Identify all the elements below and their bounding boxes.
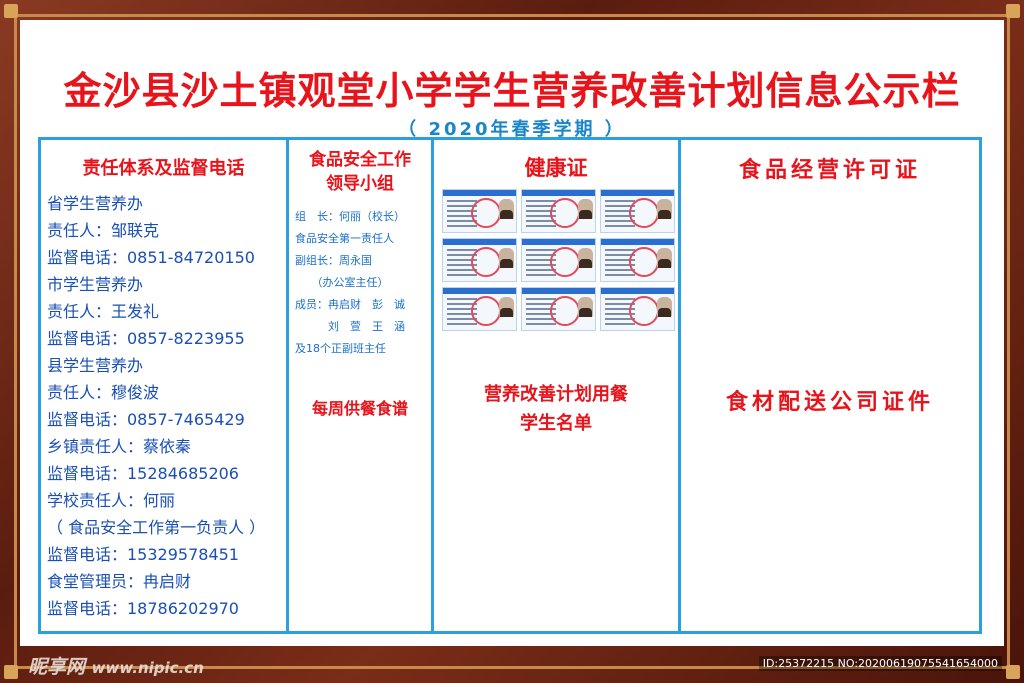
red-seal-icon: [471, 247, 501, 277]
member-line: 成员：冉启财 彭 诚: [295, 298, 405, 311]
watermark-logo: 昵享网: [28, 656, 86, 678]
student-roster-heading: 营养改善计划用餐 学生名单: [434, 380, 678, 438]
health-certificate-card: [442, 287, 517, 331]
member-line: 食品安全第一责任人: [295, 232, 394, 245]
list-item: 责任人：穆俊波: [47, 383, 160, 402]
list-item: 市学生营养办: [47, 275, 144, 294]
responsibility-column: 责任体系及监督电话 省学生营养办 责任人：邹联克 监督电话：0851-84720…: [41, 140, 289, 631]
health-certificate-card: [442, 238, 517, 282]
health-certificate-card: [442, 189, 517, 233]
red-seal-icon: [550, 296, 580, 326]
weekly-menu-heading: 每周供餐食谱: [311, 399, 408, 418]
board-title: 金沙县沙土镇观堂小学学生营养改善计划信息公示栏: [63, 69, 961, 113]
red-seal-icon: [550, 247, 580, 277]
health-certificate-card: [600, 238, 675, 282]
red-seal-icon: [471, 198, 501, 228]
list-item: 省学生营养办: [47, 194, 144, 213]
member-line: 刘 萱 王 涵: [295, 320, 405, 333]
portrait-photo: [578, 297, 593, 317]
list-item: 乡镇责任人：蔡依秦: [47, 437, 192, 456]
member-line: （办公室主任）: [295, 276, 389, 289]
list-item: 监督电话：0857-8223955: [47, 329, 245, 348]
student-roster-line1: 营养改善计划用餐: [484, 384, 628, 405]
portrait-photo: [657, 297, 672, 317]
portrait-photo: [657, 248, 672, 268]
health-certificate-card: [521, 238, 596, 282]
list-item: 学校责任人：何丽: [47, 491, 176, 510]
portrait-photo: [578, 199, 593, 219]
member-line: 组 长：何丽（校长）: [295, 210, 405, 223]
list-item: 责任人：王发礼: [47, 302, 160, 321]
license-column: 食品经营许可证 食材配送公司证件: [681, 140, 979, 631]
portrait-photo: [578, 248, 593, 268]
responsibility-heading: 责任体系及监督电话: [82, 158, 245, 179]
frame-corner-ornament: [1006, 4, 1020, 18]
watermark: 昵享网 www.nipic.cn: [28, 652, 204, 679]
list-item: 监督电话：0857-7465429: [47, 410, 245, 429]
image-id-label: ID:25372215 NO:20200619075541654000: [758, 656, 1002, 671]
portrait-photo: [657, 199, 672, 219]
list-item: 监督电话：18786202970: [47, 599, 239, 618]
portrait-photo: [499, 248, 514, 268]
health-certificate-column: 健康证 营养改善计划用餐 学生名单: [434, 140, 681, 631]
supplier-documents-heading: 食材配送公司证件: [725, 390, 934, 415]
frame-corner-ornament: [1006, 665, 1020, 679]
list-item: 责任人：邹联克: [47, 221, 160, 240]
health-certificate-card: [600, 287, 675, 331]
health-certificate-card: [521, 189, 596, 233]
red-seal-icon: [629, 247, 659, 277]
frame-corner-ornament: [4, 665, 18, 679]
leadership-members: 组 长：何丽（校长） 食品安全第一责任人 副组长：周永国 （办公室主任） 成员：…: [295, 206, 427, 360]
watermark-url: www.nipic.cn: [91, 659, 204, 677]
list-item: 监督电话：15329578451: [47, 545, 239, 564]
red-seal-icon: [629, 198, 659, 228]
student-roster-line2: 学生名单: [520, 413, 592, 434]
red-seal-icon: [629, 296, 659, 326]
list-item: 县学生营养办: [47, 356, 144, 375]
member-line: 及18个正副班主任: [295, 342, 386, 355]
member-line: 副组长：周永国: [295, 254, 372, 267]
portrait-photo: [499, 297, 514, 317]
red-seal-icon: [550, 198, 580, 228]
food-safety-heading-line1: 食品安全工作: [309, 150, 411, 170]
portrait-photo: [499, 199, 514, 219]
food-safety-heading-line2: 领导小组: [326, 174, 394, 194]
health-certificate-heading: 健康证: [524, 156, 588, 180]
food-safety-column: 食品安全工作 领导小组 组 长：何丽（校长） 食品安全第一责任人 副组长：周永国…: [289, 140, 434, 631]
responsibility-list: 省学生营养办 责任人：邹联克 监督电话：0851-84720150 市学生营养办…: [47, 190, 287, 622]
health-certificate-card: [600, 189, 675, 233]
list-item: （ 食品安全工作第一负责人 ）: [47, 518, 266, 537]
list-item: 监督电话：0851-84720150: [47, 248, 255, 267]
food-safety-heading: 食品安全工作 领导小组: [289, 148, 431, 196]
info-panel: 责任体系及监督电话 省学生营养办 责任人：邹联克 监督电话：0851-84720…: [38, 137, 982, 634]
health-certificate-card: [521, 287, 596, 331]
list-item: 食堂管理员：冉启财: [47, 572, 192, 591]
list-item: 监督电话：15284685206: [47, 464, 239, 483]
bulletin-board: 金沙县沙土镇观堂小学学生营养改善计划信息公示栏 （ 2020年春季学期 ） 责任…: [20, 20, 1004, 646]
red-seal-icon: [471, 296, 501, 326]
food-license-heading: 食品经营许可证: [738, 158, 921, 183]
frame-corner-ornament: [4, 4, 18, 18]
